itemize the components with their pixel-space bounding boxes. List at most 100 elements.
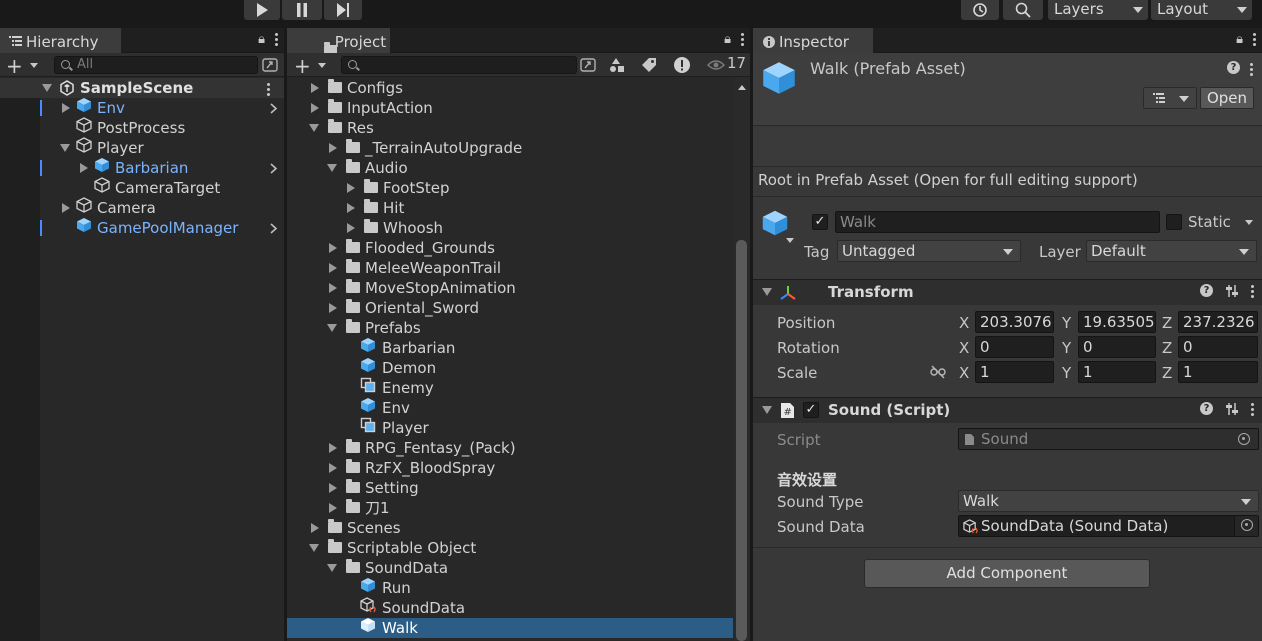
- static-dropdown-chevron-icon[interactable]: [1245, 220, 1253, 225]
- project-item-terrainautoupgrade[interactable]: _TerrainAutoUpgrade: [287, 138, 733, 158]
- hidden-packages-eye-icon[interactable]: [707, 59, 725, 71]
- project-item-scenes[interactable]: Scenes: [287, 518, 733, 538]
- layer-dropdown[interactable]: Default: [1086, 240, 1257, 262]
- project-item-prefab-enemy[interactable]: Enemy: [287, 377, 733, 398]
- sound-script-component-header[interactable]: # ✓ Sound (Script) ?: [753, 397, 1262, 423]
- scale-z-field[interactable]: 1: [1178, 361, 1258, 383]
- hierarchy-item-postprocess[interactable]: PostProcess: [40, 117, 284, 138]
- layers-dropdown[interactable]: Layers: [1048, 0, 1148, 20]
- project-item-oriental-sword[interactable]: Oriental_Sword: [287, 298, 733, 318]
- sound-data-object-field[interactable]: SoundData (Sound Data): [958, 515, 1259, 537]
- create-add-icon[interactable]: +: [6, 54, 23, 78]
- tag-dropdown[interactable]: Untagged: [837, 240, 1021, 262]
- position-z-field[interactable]: 237.2326: [1178, 311, 1258, 333]
- project-scrollbar[interactable]: [734, 77, 750, 641]
- hierarchy-item-player[interactable]: Player: [40, 137, 284, 158]
- expand-arrow-icon[interactable]: [329, 143, 337, 153]
- chevron-down-icon[interactable]: [318, 63, 326, 68]
- step-button[interactable]: [324, 0, 362, 20]
- expand-arrow-icon[interactable]: [329, 503, 337, 513]
- active-checkbox[interactable]: ✓: [812, 214, 828, 230]
- tab-hierarchy[interactable]: Hierarchy: [0, 28, 121, 53]
- expand-arrow-icon[interactable]: [311, 103, 319, 113]
- project-item-dao1[interactable]: 刀1: [287, 498, 733, 518]
- expand-arrow-icon[interactable]: [347, 223, 355, 233]
- help-icon[interactable]: ?: [1200, 284, 1213, 297]
- scale-x-field[interactable]: 1: [975, 361, 1054, 383]
- collapse-arrow-icon[interactable]: [309, 544, 319, 552]
- project-item-whoosh[interactable]: Whoosh: [287, 218, 733, 238]
- project-item-sounddata-asset[interactable]: SoundData: [287, 597, 733, 618]
- create-add-icon[interactable]: +: [294, 54, 311, 78]
- preset-sliders-icon[interactable]: [1225, 284, 1239, 298]
- play-button[interactable]: [244, 0, 280, 20]
- hierarchy-search-input[interactable]: All: [54, 56, 258, 74]
- project-search-input[interactable]: [341, 56, 577, 74]
- position-x-field[interactable]: 203.3076: [975, 311, 1054, 333]
- static-checkbox[interactable]: [1166, 214, 1182, 230]
- expand-arrow-icon[interactable]: [311, 83, 319, 93]
- project-item-res[interactable]: Res: [287, 118, 733, 138]
- expand-arrow-icon[interactable]: [347, 203, 355, 213]
- project-item-rpg-fentasy-pack[interactable]: RPG_Fentasy_(Pack): [287, 438, 733, 458]
- project-item-rzfx-bloodspray[interactable]: RzFX_BloodSpray: [287, 458, 733, 478]
- expand-arrow-icon[interactable]: [62, 103, 70, 113]
- project-item-hit[interactable]: Hit: [287, 198, 733, 218]
- collapse-arrow-icon[interactable]: [762, 288, 772, 296]
- layout-dropdown[interactable]: Layout: [1151, 0, 1252, 20]
- search-button[interactable]: [1003, 0, 1043, 20]
- lock-icon[interactable]: 🔒︎: [724, 32, 731, 47]
- chevron-right-icon[interactable]: [270, 223, 278, 234]
- project-item-scriptable-object[interactable]: Scriptable Object: [287, 538, 733, 558]
- tag-label-icon[interactable]: [641, 57, 657, 73]
- project-item-prefabs[interactable]: Prefabs: [287, 318, 733, 338]
- project-item-audio[interactable]: Audio: [287, 158, 733, 178]
- collapse-arrow-icon[interactable]: [327, 564, 337, 572]
- project-item-movestopanimation[interactable]: MoveStopAnimation: [287, 278, 733, 298]
- collapse-arrow-icon[interactable]: [309, 124, 319, 132]
- tab-project[interactable]: Project: [287, 28, 390, 55]
- more-options-icon[interactable]: [1251, 402, 1254, 416]
- chevron-down-icon[interactable]: [30, 63, 38, 68]
- help-icon[interactable]: ?: [1227, 61, 1240, 74]
- open-prefab-button[interactable]: Open: [1200, 87, 1254, 109]
- chevron-right-icon[interactable]: [270, 103, 278, 114]
- expand-arrow-icon[interactable]: [347, 183, 355, 193]
- project-item-walk-selected[interactable]: Walk: [287, 618, 733, 638]
- scene-visibility-icon[interactable]: [262, 58, 278, 72]
- project-item-prefab-demon[interactable]: Demon: [287, 358, 733, 378]
- expand-arrow-icon[interactable]: [329, 263, 337, 273]
- prefab-overrides-dropdown[interactable]: [1143, 87, 1197, 109]
- expand-arrow-icon[interactable]: [60, 144, 70, 152]
- expand-arrow-icon[interactable]: [62, 203, 70, 213]
- project-item-footstep[interactable]: FootStep: [287, 178, 733, 198]
- expand-arrow-icon[interactable]: [329, 243, 337, 253]
- more-options-icon[interactable]: [267, 82, 270, 96]
- expand-arrow-icon[interactable]: [329, 483, 337, 493]
- expand-arrow-icon[interactable]: [329, 283, 337, 293]
- undo-history-button[interactable]: [961, 0, 999, 20]
- more-options-icon[interactable]: [1253, 32, 1256, 47]
- expand-arrow-icon[interactable]: [311, 523, 319, 533]
- rotation-z-field[interactable]: 0: [1178, 336, 1258, 358]
- scroll-up-arrow-icon[interactable]: [738, 85, 746, 90]
- more-options-icon[interactable]: [1250, 62, 1253, 76]
- constrain-proportions-link-icon[interactable]: [930, 365, 946, 379]
- more-options-icon[interactable]: [1251, 284, 1254, 298]
- expand-arrow-icon[interactable]: [329, 463, 337, 473]
- pause-button[interactable]: [282, 0, 322, 20]
- project-item-inputaction[interactable]: InputAction: [287, 98, 733, 118]
- more-options-icon[interactable]: [275, 32, 278, 47]
- project-item-sounddata-folder[interactable]: SoundData: [287, 558, 733, 578]
- project-item-configs[interactable]: Configs: [287, 78, 733, 98]
- expand-arrow-icon[interactable]: [42, 84, 52, 92]
- collapse-arrow-icon[interactable]: [762, 406, 772, 414]
- sound-type-dropdown[interactable]: Walk: [958, 490, 1259, 512]
- lock-icon[interactable]: 🔒︎: [1236, 32, 1243, 47]
- warning-icon[interactable]: [673, 56, 691, 74]
- project-item-run[interactable]: Run: [287, 578, 733, 598]
- object-picker-button[interactable]: [1234, 516, 1258, 536]
- project-item-prefab-barbarian[interactable]: Barbarian: [287, 338, 733, 358]
- expand-arrow-icon[interactable]: [80, 163, 88, 173]
- project-item-prefab-env[interactable]: Env: [287, 398, 733, 418]
